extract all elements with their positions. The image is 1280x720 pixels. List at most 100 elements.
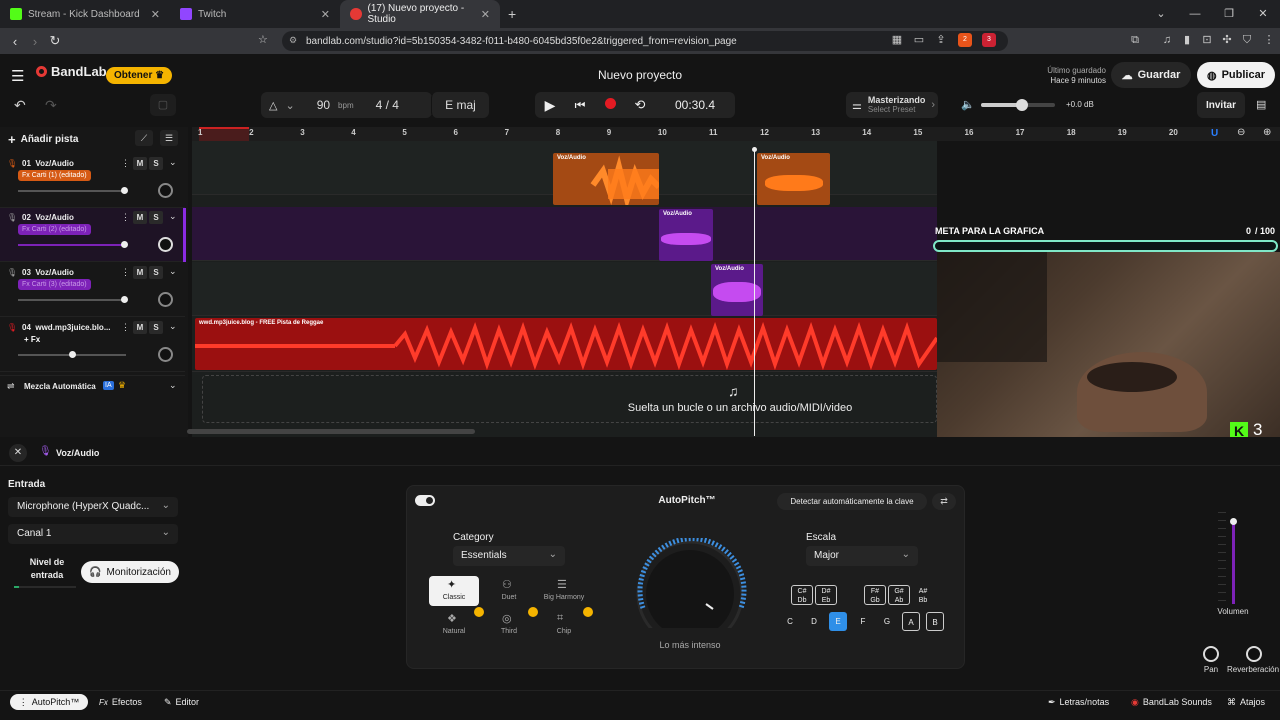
pan-knob[interactable] — [158, 292, 173, 307]
record-icon[interactable] — [595, 98, 625, 112]
key-a-sharp[interactable]: A# Bb — [912, 585, 934, 605]
forward-icon[interactable]: › — [25, 34, 45, 49]
solo-button[interactable]: S — [149, 321, 163, 334]
metronome-icon[interactable]: △ — [269, 99, 277, 112]
mixer-icon[interactable]: ☰ — [160, 130, 178, 146]
audio-clip-reggae[interactable]: wwd.mp3juice.blog - FREE Pista de Reggae — [195, 318, 937, 370]
skip-back-icon[interactable]: ⏮ — [565, 98, 595, 113]
grid-icon[interactable]: ▦ — [890, 33, 904, 47]
track-volume-slider[interactable] — [18, 351, 126, 358]
zoom-in-icon[interactable]: ⊕ — [1263, 127, 1271, 138]
volume-knob[interactable] — [120, 241, 128, 248]
bandlab-sounds-button[interactable]: ◉ BandLab Sounds — [1131, 694, 1212, 710]
intensity-knob[interactable] — [633, 536, 747, 648]
chevron-down-icon[interactable]: ⌄ — [169, 266, 177, 277]
magnet-icon[interactable]: U — [1211, 128, 1218, 139]
style-big-harmony[interactable]: ☰ Big Harmony — [539, 576, 589, 606]
screenshot-icon[interactable]: ⧉ — [1128, 33, 1142, 47]
track-menu-icon[interactable]: ⋮ — [121, 158, 130, 169]
key-a[interactable]: A — [902, 612, 920, 631]
chevron-down-icon[interactable]: ⌄ — [169, 321, 177, 332]
close-tab-icon[interactable]: ✕ — [151, 8, 160, 21]
hamburger-menu-icon[interactable]: ☰ — [11, 67, 24, 85]
tempo-value[interactable]: 90 — [317, 98, 330, 112]
volume-fader-knob[interactable] — [1230, 518, 1237, 525]
add-fx-button[interactable]: + Fx — [20, 334, 44, 345]
pan-knob[interactable] — [158, 183, 173, 198]
lane-2[interactable]: Voz/Audio — [192, 207, 937, 261]
lane-3[interactable]: Voz/Audio — [192, 262, 937, 316]
new-tab-button[interactable]: + — [508, 6, 516, 22]
mute-button[interactable]: M — [133, 321, 147, 334]
chevron-down-icon[interactable]: ⌄ — [169, 211, 177, 222]
mastering-button[interactable]: ⚌ Masterizando Select Preset › — [846, 92, 938, 118]
lane-4[interactable]: wwd.mp3juice.blog - FREE Pista de Reggae — [192, 318, 937, 372]
loop-region[interactable] — [199, 127, 249, 141]
style-classic[interactable]: ✦ Classic — [429, 576, 479, 606]
style-chip[interactable]: ⌗ Chip — [539, 610, 589, 640]
master-volume-slider[interactable] — [981, 99, 1055, 111]
lane-1[interactable]: Voz/Audio Voz/Audio — [192, 141, 937, 205]
close-editor-icon[interactable]: ✕ — [9, 444, 27, 462]
master-volume-knob[interactable] — [1015, 99, 1028, 111]
audio-clip[interactable]: Voz/Audio — [711, 264, 763, 316]
track-volume-slider[interactable] — [18, 187, 128, 194]
time-signature[interactable]: 4 / 4 — [376, 98, 399, 112]
timeline-ruler[interactable]: 1 2 3 4 5 6 7 8 9 10 11 12 13 14 15 16 17 18 19 20 U ⊖ ⊕ — [192, 127, 1280, 141]
lyrics-button[interactable]: ✒ Letras/notas — [1048, 694, 1109, 710]
reload-icon[interactable]: ↻ — [45, 33, 65, 49]
extension-brave-icon[interactable]: 2 — [958, 33, 972, 47]
mute-button[interactable]: M — [133, 157, 147, 170]
efectos-tab[interactable]: Fx Efectos — [99, 694, 142, 710]
autopitch-tab[interactable]: ⋮ AutoPitch™ — [10, 694, 88, 710]
wand-icon[interactable]: ⟋ — [135, 130, 153, 146]
automix-row[interactable]: ⇌ Mezcla Automática IA ♛ ⌄ — [0, 375, 185, 397]
fx-badge[interactable]: Fx Carti (3) (editado) — [18, 279, 91, 290]
shortcuts-button[interactable]: ⌘ Atajos — [1227, 694, 1265, 710]
solo-button[interactable]: S — [149, 211, 163, 224]
scale-select[interactable]: Major ⌄ — [806, 546, 918, 566]
close-window-icon[interactable]: ✕ — [1246, 0, 1280, 28]
speaker-icon[interactable]: 🔈 — [961, 98, 975, 111]
volume-knob[interactable] — [120, 296, 128, 303]
pan-knob[interactable] — [158, 347, 173, 362]
horizontal-scrollbar[interactable] — [187, 429, 475, 434]
volume-fader[interactable] — [1214, 512, 1254, 604]
autopitch-toggle[interactable] — [415, 495, 435, 506]
chevron-down-icon[interactable]: ⌄ — [169, 157, 177, 168]
track-menu-icon[interactable]: ⋮ — [121, 322, 130, 333]
tab-bandlab-studio[interactable]: (17) Nuevo proyecto - Studio ✕ — [340, 0, 500, 28]
key-c[interactable]: C — [781, 612, 799, 631]
bandlab-logo[interactable]: BandLab — [36, 64, 107, 79]
settings-icon[interactable]: ⇄ — [932, 493, 956, 510]
bookmark-icon[interactable]: ☆ — [258, 33, 268, 46]
reverb-knob[interactable] — [1246, 646, 1262, 662]
solo-button[interactable]: S — [149, 266, 163, 279]
calendar-icon[interactable]: ▤ — [1256, 98, 1266, 111]
tab-kick-dashboard[interactable]: Stream - Kick Dashboard ✕ — [0, 0, 170, 28]
publicar-button[interactable]: ◍ Publicar — [1197, 62, 1275, 88]
style-natural[interactable]: ❖ Natural — [429, 610, 479, 640]
chevron-down-icon[interactable]: ⌄ — [285, 99, 294, 112]
audio-clip[interactable]: Voz/Audio — [553, 153, 659, 205]
audio-clip[interactable]: Voz/Audio — [757, 153, 830, 205]
chevron-down-icon[interactable]: ⌄ — [169, 380, 177, 391]
key-b[interactable]: B — [926, 612, 944, 631]
share-icon[interactable]: ⇪ — [934, 33, 948, 47]
style-third[interactable]: ◎ Third — [484, 610, 534, 640]
site-info-icon[interactable]: ⚙ — [289, 35, 297, 46]
tab-twitch[interactable]: Twitch ✕ — [170, 0, 340, 28]
obtener-button[interactable]: Obtener ♛ — [106, 67, 173, 84]
track-row[interactable]: 🎙 01 Voz/Audio Fx Carti (1) (editado) ⋮ … — [0, 154, 185, 208]
invitar-button[interactable]: Invitar — [1197, 92, 1245, 118]
volume-knob[interactable] — [69, 351, 76, 358]
project-title[interactable]: Nuevo proyecto — [540, 68, 740, 82]
audio-clip[interactable]: Voz/Audio — [659, 209, 713, 261]
playhead[interactable] — [752, 147, 757, 436]
music-icon[interactable]: ♫ — [1160, 33, 1174, 47]
track-menu-icon[interactable]: ⋮ — [121, 267, 130, 278]
guardar-button[interactable]: ☁ Guardar — [1111, 62, 1191, 88]
category-select[interactable]: Essentials ⌄ — [453, 546, 565, 566]
chevron-down-icon[interactable]: ⌄ — [1144, 0, 1178, 28]
pan-knob[interactable] — [1203, 646, 1219, 662]
